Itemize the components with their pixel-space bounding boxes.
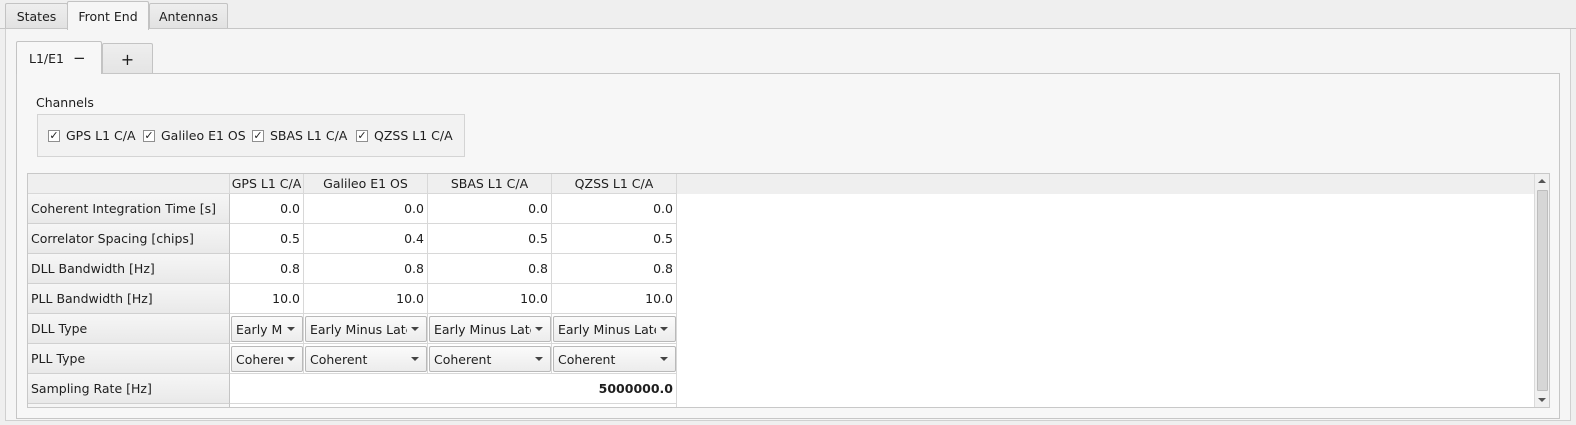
select-value: Coherent	[434, 351, 492, 367]
table-cell[interactable]: 10.0	[428, 284, 552, 314]
channel-checkbox-gps[interactable]: ✓ GPS L1 C/A	[48, 128, 136, 143]
tab-l1-e1[interactable]: L1/E1 −	[16, 41, 102, 74]
vertical-scrollbar[interactable]	[1534, 174, 1549, 407]
row-header: Coherent Integration Time [s]	[28, 194, 230, 224]
column-header-sbas[interactable]: SBAS L1 C/A	[428, 174, 552, 194]
scroll-down-arrow-icon[interactable]	[1538, 398, 1546, 402]
channels-group-title: Channels	[36, 95, 94, 110]
table-cell[interactable]: 0.0	[552, 194, 677, 224]
chevron-down-icon	[287, 327, 295, 331]
pll-type-select-gps[interactable]: Coherer	[231, 346, 303, 372]
table-cell[interactable]: 10.0	[304, 284, 428, 314]
table-cell-partial	[230, 404, 677, 407]
select-value: Coherent	[558, 351, 616, 367]
add-band-tab[interactable]: +	[102, 43, 153, 74]
tracking-parameters-table: GPS L1 C/A Galileo E1 OS SBAS L1 C/A QZS…	[27, 173, 1550, 408]
dll-type-select-gps[interactable]: Early Mi	[231, 316, 303, 342]
remove-band-icon[interactable]: −	[73, 49, 86, 67]
table-cell[interactable]: 0.8	[428, 254, 552, 284]
select-value: Early Mi	[236, 321, 283, 337]
tab-front-end[interactable]: Front End	[67, 1, 149, 30]
table-cell[interactable]: 0.5	[230, 224, 304, 254]
row-header: Sampling Rate [Hz]	[28, 374, 230, 404]
table-cell[interactable]: 0.8	[230, 254, 304, 284]
channel-checkbox-label: Galileo E1 OS	[161, 128, 246, 143]
tab-l1-e1-label: L1/E1	[29, 50, 64, 66]
table-cell[interactable]: 10.0	[552, 284, 677, 314]
tab-antennas-label: Antennas	[158, 8, 219, 24]
select-value: Early Minus Late	[434, 321, 531, 337]
table-cell[interactable]: 0.0	[304, 194, 428, 224]
table-cell[interactable]: 0.5	[428, 224, 552, 254]
scrollbar-thumb[interactable]	[1537, 190, 1548, 391]
select-value: Early Minus Late	[558, 321, 656, 337]
dll-type-select-sbas[interactable]: Early Minus Late	[429, 316, 551, 342]
chevron-down-icon	[660, 357, 668, 361]
row-header: Correlator Spacing [chips]	[28, 224, 230, 254]
row-header-partial	[28, 404, 230, 407]
pll-type-select-sbas[interactable]: Coherent	[429, 346, 551, 372]
checkbox-check-icon: ✓	[252, 129, 264, 142]
channel-checkbox-sbas[interactable]: ✓ SBAS L1 C/A	[252, 128, 347, 143]
chevron-down-icon	[287, 357, 295, 361]
channel-checkbox-qzss[interactable]: ✓ QZSS L1 C/A	[356, 128, 453, 143]
chevron-down-icon	[535, 327, 543, 331]
table-corner	[28, 174, 230, 194]
dll-type-select-galileo[interactable]: Early Minus Late	[305, 316, 427, 342]
column-header-qzss[interactable]: QZSS L1 C/A	[552, 174, 677, 194]
channel-checkbox-label: GPS L1 C/A	[66, 128, 136, 143]
channel-checkbox-label: SBAS L1 C/A	[270, 128, 348, 143]
checkbox-check-icon: ✓	[356, 129, 368, 142]
table-cell[interactable]: 0.8	[304, 254, 428, 284]
column-header-galileo[interactable]: Galileo E1 OS	[304, 174, 428, 194]
chevron-down-icon	[411, 327, 419, 331]
checkbox-check-icon: ✓	[143, 129, 155, 142]
column-header-gps[interactable]: GPS L1 C/A	[230, 174, 304, 194]
select-value: Coherent	[310, 351, 368, 367]
channel-checkbox-label: QZSS L1 C/A	[374, 128, 453, 143]
table-cell[interactable]: 10.0	[230, 284, 304, 314]
tab-states[interactable]: States	[5, 3, 68, 28]
select-value: Coherer	[236, 351, 283, 367]
row-header: PLL Type	[28, 344, 230, 374]
pll-type-select-galileo[interactable]: Coherent	[305, 346, 427, 372]
add-band-icon: +	[120, 49, 135, 69]
tab-antennas[interactable]: Antennas	[149, 3, 228, 28]
tab-front-end-label: Front End	[78, 8, 138, 24]
chevron-down-icon	[660, 327, 668, 331]
table-cell[interactable]: 0.4	[304, 224, 428, 254]
row-header: DLL Type	[28, 314, 230, 344]
table-cell[interactable]: 0.0	[428, 194, 552, 224]
pll-type-select-qzss[interactable]: Coherent	[553, 346, 676, 372]
select-value: Early Minus Late	[310, 321, 407, 337]
chevron-down-icon	[411, 357, 419, 361]
tab-states-label: States	[16, 8, 57, 24]
table-cell[interactable]: 0.0	[230, 194, 304, 224]
table-cell[interactable]: 0.5	[552, 224, 677, 254]
channel-checkbox-galileo[interactable]: ✓ Galileo E1 OS	[143, 128, 246, 143]
sampling-rate-cell[interactable]: 5000000.0	[230, 374, 677, 404]
main-tab-bar: States Front End Antennas	[0, 0, 1576, 30]
row-header: DLL Bandwidth [Hz]	[28, 254, 230, 284]
dll-type-select-qzss[interactable]: Early Minus Late	[553, 316, 676, 342]
scroll-up-arrow-icon[interactable]	[1538, 179, 1546, 183]
row-header: PLL Bandwidth [Hz]	[28, 284, 230, 314]
table-cell[interactable]: 0.8	[552, 254, 677, 284]
chevron-down-icon	[535, 357, 543, 361]
checkbox-check-icon: ✓	[48, 129, 60, 142]
